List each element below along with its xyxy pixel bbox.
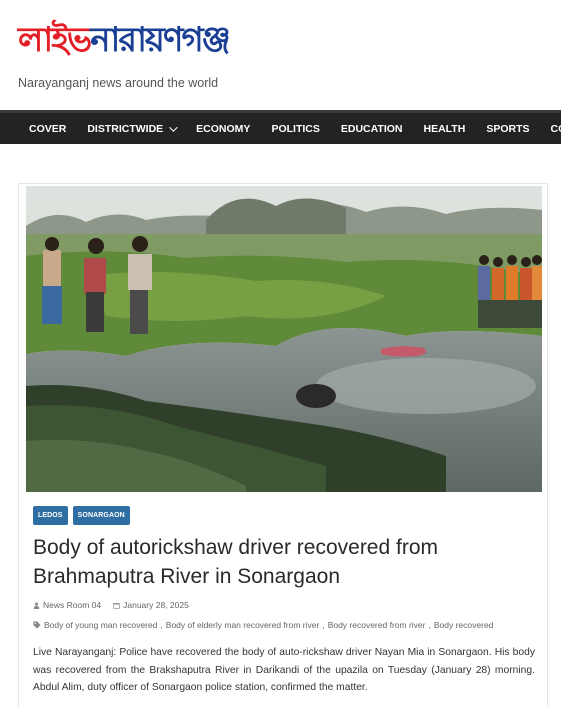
site-tagline: Narayanganj news around the world <box>18 76 219 90</box>
category-badge-sonargaon[interactable]: SONARGAON <box>72 506 130 525</box>
nav-item-label: POLITICS <box>271 122 320 135</box>
category-badge-ledos[interactable]: LEDOS <box>33 506 68 525</box>
nav-item-label: SPORTS <box>486 122 530 135</box>
tag-icon <box>33 621 41 629</box>
nav-item-label: DISTRICTWIDE <box>87 122 164 135</box>
site-header: লাইভ নারায়ণগঞ্জ Narayanganj news around… <box>0 0 561 110</box>
nav-item-label: EDUCATION <box>340 122 403 135</box>
calendar-icon <box>113 602 120 609</box>
nav-item-health[interactable]: HEALTH <box>413 113 476 144</box>
user-icon <box>33 602 40 609</box>
nav-item-label: COURT <box>550 122 561 135</box>
nav-item-districtwide[interactable]: DISTRICTWIDE <box>77 113 186 144</box>
logo-text-blue: নারায়ণগঞ্জ <box>90 20 231 60</box>
article-excerpt: Live Narayanganj: Police have recovered … <box>33 647 535 693</box>
chevron-down-icon <box>169 122 178 132</box>
tag-separator: , <box>160 620 163 630</box>
article-card: LEDOS SONARGAON Body of autorickshaw dri… <box>18 183 548 707</box>
nav-item-politics[interactable]: POLITICS <box>261 113 330 144</box>
article-meta: News Room 04 January 28, 2025 <box>33 600 189 610</box>
tag-separator: , <box>428 620 431 630</box>
tag-link[interactable]: Body of elderly man recovered from river <box>166 620 320 630</box>
nav-item-economy[interactable]: ECONOMY <box>186 113 261 144</box>
article-featured-image[interactable] <box>26 186 542 492</box>
nav-item-label: HEALTH <box>423 122 466 135</box>
tag-link[interactable]: Body recovered from river <box>328 620 426 630</box>
river-scene-image <box>26 186 542 492</box>
nav-item-cover[interactable]: COVER <box>0 113 77 144</box>
nav-item-sports[interactable]: SPORTS <box>476 113 540 144</box>
article-title[interactable]: Body of autorickshaw driver recovered fr… <box>33 533 533 591</box>
tag-separator: , <box>322 620 325 630</box>
category-badges: LEDOS SONARGAON <box>33 506 130 525</box>
tag-link[interactable]: Body of young man recovered <box>44 620 157 630</box>
article-date[interactable]: January 28, 2025 <box>123 600 189 610</box>
logo-text-red: লাইভ <box>18 20 92 60</box>
main-nav: COVER DISTRICTWIDE ECONOMY POLITICS EDUC… <box>0 110 561 144</box>
tag-link[interactable]: Body recovered <box>434 620 494 630</box>
site-logo[interactable]: লাইভ নারায়ণগঞ্জ <box>18 20 231 60</box>
nav-item-education[interactable]: EDUCATION <box>330 113 413 144</box>
article-tags: Body of young man recovered , Body of el… <box>33 620 543 630</box>
nav-item-label: ECONOMY <box>196 122 251 135</box>
nav-item-court[interactable]: COURT <box>540 113 561 144</box>
article-author[interactable]: News Room 04 <box>43 600 101 610</box>
nav-item-label: COVER <box>29 122 67 135</box>
